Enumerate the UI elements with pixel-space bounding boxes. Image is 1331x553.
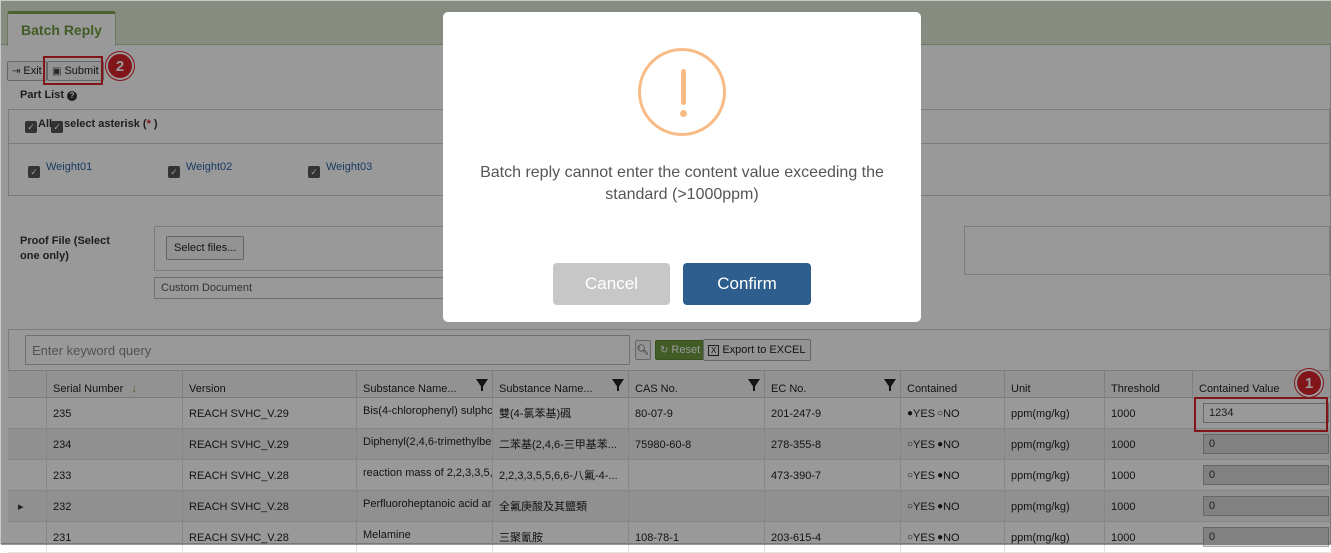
warning-icon [638, 48, 726, 136]
warning-bar [681, 69, 686, 105]
cancel-button[interactable]: Cancel [553, 263, 670, 305]
app-frame: Batch Reply ⇥ Exit ▣ Submit 2 Part List … [0, 0, 1331, 553]
warning-dot [680, 110, 687, 117]
confirm-button[interactable]: Confirm [683, 263, 811, 305]
dialog-message: Batch reply cannot enter the content val… [480, 164, 884, 203]
warning-dialog: Batch reply cannot enter the content val… [443, 12, 921, 322]
